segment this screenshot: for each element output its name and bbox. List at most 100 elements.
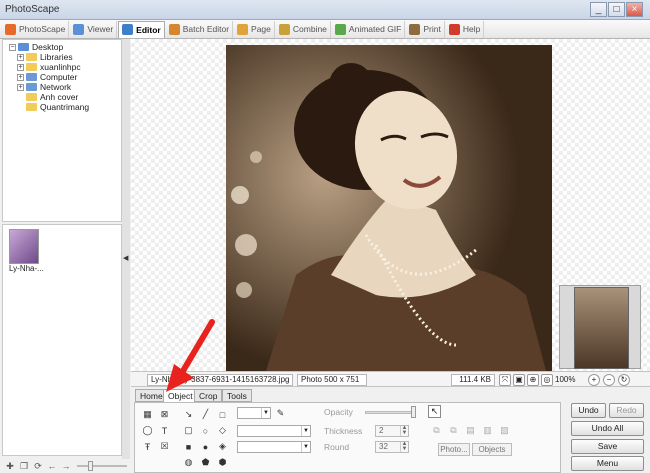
tab-label: Animated GIF xyxy=(348,24,402,34)
expand-icon[interactable]: + xyxy=(17,63,24,71)
thickness-input[interactable]: 2 ▲ ▼ xyxy=(375,425,409,437)
line-style-select[interactable]: ▼ xyxy=(237,425,311,437)
tab-page[interactable]: Page xyxy=(234,20,275,38)
filled-rect-icon[interactable]: ■ xyxy=(182,440,195,453)
undo-all-button[interactable]: Undo All xyxy=(571,421,644,436)
rectangle-icon[interactable]: □ xyxy=(216,408,229,421)
ellipse-icon[interactable]: ○ xyxy=(199,424,212,437)
editor-icon xyxy=(122,24,134,35)
eyedropper-icon[interactable]: ✎ xyxy=(274,407,287,420)
filled-ellipse-icon[interactable]: ● xyxy=(199,440,212,453)
collapse-icon[interactable]: − xyxy=(9,43,16,51)
object-tool-icon[interactable]: ⧉ xyxy=(430,424,443,437)
zoom-in-icon[interactable]: + xyxy=(588,374,600,386)
zoom-level: 100% xyxy=(555,375,576,384)
expand-icon[interactable]: + xyxy=(17,73,24,81)
tab-batch-editor[interactable]: Batch Editor xyxy=(166,20,234,38)
back-icon[interactable]: ← xyxy=(47,461,57,471)
spinner-icon[interactable]: ▲ ▼ xyxy=(400,441,408,452)
insert-photo-icon[interactable]: ▦ xyxy=(141,408,154,421)
save-button[interactable]: Save xyxy=(571,439,644,454)
close-button[interactable]: × xyxy=(626,2,643,17)
panel-splitter[interactable]: ◀ xyxy=(122,39,130,459)
round-input[interactable]: 32 ▲ ▼ xyxy=(375,441,409,453)
open-folder-icon[interactable]: ❐ xyxy=(19,461,29,471)
collapse-arrow-icon[interactable]: ◀ xyxy=(123,254,128,262)
send-back-icon[interactable]: ▧ xyxy=(498,424,511,437)
arrow-line-icon[interactable]: ↘ xyxy=(182,408,195,421)
thumbnail-size-slider-thumb[interactable] xyxy=(88,461,93,471)
tree-node-desktop[interactable]: − Desktop xyxy=(9,42,63,52)
undo-button[interactable]: Undo xyxy=(571,403,606,418)
diamond-icon[interactable]: ◇ xyxy=(216,424,229,437)
symbol-icon[interactable]: ☒ xyxy=(158,440,171,453)
tree-node-libraries[interactable]: + Libraries xyxy=(17,52,73,62)
tree-node-anh-cover[interactable]: Anh cover xyxy=(17,92,78,102)
thumbnail-size-slider[interactable] xyxy=(77,465,127,467)
tab-label: Page xyxy=(251,24,271,34)
line-icon[interactable]: ╱ xyxy=(199,408,212,421)
objects-button[interactable]: Objects xyxy=(472,443,512,456)
menu-button[interactable]: Menu xyxy=(571,456,644,471)
rounded-rect-icon[interactable]: ▢ xyxy=(182,424,195,437)
navigator-panel xyxy=(559,285,641,369)
tree-node-network[interactable]: + Network xyxy=(17,82,71,92)
select-pointer-icon[interactable]: ↖ xyxy=(428,405,441,418)
expand-icon[interactable]: + xyxy=(17,53,24,61)
text-format-icon[interactable]: Ŧ xyxy=(141,440,154,453)
tab-tools[interactable]: Tools xyxy=(222,389,252,402)
zoom-out-icon[interactable]: − xyxy=(603,374,615,386)
actual-size-icon[interactable]: ▣ xyxy=(513,374,525,386)
refresh-icon[interactable]: ⟳ xyxy=(33,461,43,471)
copy-object-icon[interactable]: ⧉ xyxy=(447,424,460,437)
spinner-icon[interactable]: ▲ ▼ xyxy=(400,425,408,436)
tab-help[interactable]: Help xyxy=(446,20,485,38)
tab-photoscape[interactable]: PhotoScape xyxy=(2,20,70,38)
pentagon-icon[interactable]: ⬟ xyxy=(199,456,212,469)
add-folder-icon[interactable]: ✚ xyxy=(5,461,15,471)
tree-node-quantrimang[interactable]: Quantrimang xyxy=(17,102,89,112)
redo-button[interactable]: Redo xyxy=(609,403,644,418)
tab-animated-gif[interactable]: Animated GIF xyxy=(332,20,406,38)
print-icon xyxy=(409,23,421,35)
photo-thumbnail[interactable] xyxy=(9,229,39,264)
folder-tree: − Desktop + Libraries + xuanlinhpc + Computer… xyxy=(2,39,122,222)
desktop-folder-icon xyxy=(18,43,29,51)
tab-viewer[interactable]: Viewer xyxy=(70,20,118,38)
zoom-window-icon[interactable]: ◎ xyxy=(541,374,553,386)
page-icon xyxy=(237,23,249,35)
tab-combine[interactable]: Combine xyxy=(276,20,331,38)
color-picker[interactable]: ▼ xyxy=(237,407,271,419)
stamp-icon[interactable]: ⊠ xyxy=(158,408,171,421)
edited-photo[interactable] xyxy=(226,45,552,371)
opacity-slider-thumb[interactable] xyxy=(411,406,416,418)
folder-icon xyxy=(26,73,37,81)
fit-icon[interactable]: ⤧ xyxy=(499,374,511,386)
zoom-fit-icon[interactable]: ⊕ xyxy=(527,374,539,386)
bring-front-icon[interactable]: ▥ xyxy=(481,424,494,437)
tree-node-computer[interactable]: + Computer xyxy=(17,72,77,82)
rotate-icon[interactable]: ↻ xyxy=(618,374,630,386)
photoscape-icon xyxy=(5,23,16,35)
circle-filled-icon[interactable]: ◍ xyxy=(182,456,195,469)
tab-print[interactable]: Print xyxy=(406,20,445,38)
dropdown-arrow-icon: ▼ xyxy=(261,408,270,418)
filled-shape-icon[interactable]: ◈ xyxy=(216,440,229,453)
forward-icon[interactable]: → xyxy=(61,461,71,471)
text-icon[interactable]: T xyxy=(158,424,171,437)
dash-style-select[interactable]: ▼ xyxy=(237,441,311,453)
tree-node-label: Network xyxy=(40,82,72,92)
expand-icon[interactable]: + xyxy=(17,83,24,91)
maximize-button[interactable]: □ xyxy=(608,2,625,17)
photo-button[interactable]: Photo... xyxy=(438,443,470,456)
tab-editor[interactable]: Editor xyxy=(118,20,165,38)
main-tab-bar: PhotoScape Viewer Editor Batch Editor Page Co… xyxy=(0,20,650,39)
hexagon-icon[interactable]: ⬢ xyxy=(216,456,229,469)
navigator-preview[interactable] xyxy=(574,287,629,369)
minimize-button[interactable]: _ xyxy=(590,2,607,17)
paste-object-icon[interactable]: ▤ xyxy=(464,424,477,437)
tree-node-xuanlinhpc[interactable]: + xuanlinhpc xyxy=(17,62,81,72)
folder-icon xyxy=(26,83,37,91)
opacity-slider[interactable] xyxy=(365,411,413,414)
balloon-icon[interactable]: ◯ xyxy=(141,424,154,437)
